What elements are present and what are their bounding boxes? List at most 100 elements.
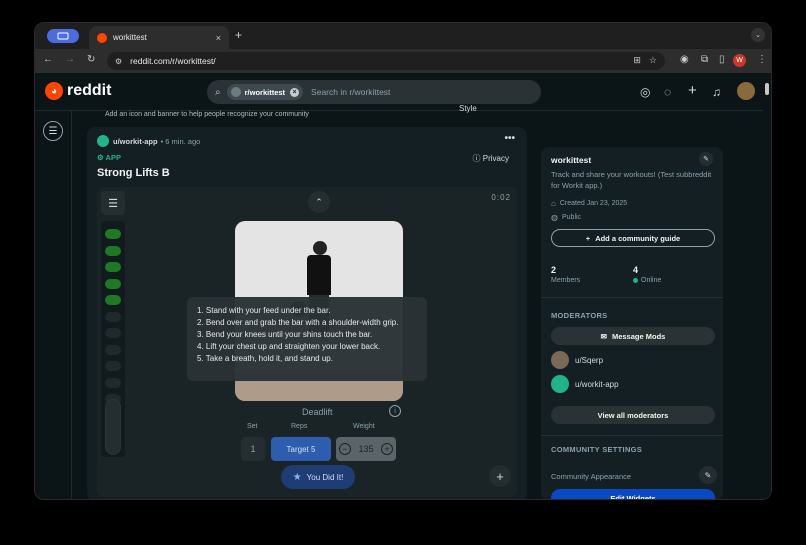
chip-label: r/workittest [244, 87, 286, 97]
set-marker[interactable] [105, 229, 121, 239]
sidepanel-icon[interactable]: ▯ [719, 54, 725, 65]
guide-label: Add a community guide [595, 233, 681, 243]
set-marker[interactable] [105, 295, 121, 305]
moderator-avatar [551, 351, 569, 369]
edit-community-icon[interactable]: ✎ [699, 152, 713, 166]
chat-icon[interactable]: ◌ [664, 85, 671, 99]
set-marker[interactable] [105, 262, 121, 272]
instruction-line: 2. Bend over and grab the bar with a sho… [197, 318, 399, 327]
set-label: Set [247, 423, 258, 430]
logo-text: reddit [67, 82, 112, 99]
instruction-line: 1. Stand with your feed under the bar. [197, 306, 331, 315]
set-marker[interactable] [105, 278, 121, 289]
user-avatar[interactable] [737, 82, 755, 100]
star-icon: ★ [292, 471, 302, 483]
app-menu-icon[interactable]: ☰ [101, 191, 125, 215]
post-time: • 6 min. ago [160, 136, 201, 146]
view-all-moderators-button[interactable]: View all moderators [551, 406, 715, 424]
subreddit-chip[interactable]: r/workittest × [226, 84, 304, 100]
mail-icon: ✉ [600, 331, 607, 341]
author-avatar[interactable] [97, 135, 109, 147]
post-author[interactable]: u/workit-app [113, 137, 158, 146]
set-marker[interactable] [105, 361, 121, 371]
install-app-icon[interactable]: ⊞ [633, 55, 641, 66]
members-label: Members [551, 277, 581, 284]
weight-label: Weight [353, 423, 375, 430]
online-status: Online [633, 277, 661, 284]
profile-switcher-icon[interactable] [47, 29, 79, 43]
address-bar[interactable]: ⚙ reddit.com/r/workittest/ ⊞ ☆ [107, 52, 665, 70]
set-marker[interactable] [105, 344, 121, 355]
left-divider [71, 111, 72, 499]
post-more-icon[interactable]: ••• [504, 133, 515, 144]
post-card: u/workit-app • 6 min. ago ••• ⚙ APP ⓘ Pr… [87, 127, 527, 499]
privacy-link[interactable]: ⓘ Privacy [473, 153, 509, 164]
post-title[interactable]: Strong Lifts B [97, 167, 170, 179]
weight-increment-icon[interactable]: + [381, 443, 393, 455]
online-count: 4 [633, 265, 639, 275]
extension-icon[interactable]: ◉ [680, 54, 689, 65]
moderator-name: u/workit-app [575, 379, 619, 389]
banner-hint-text: Add an icon and banner to help people re… [105, 111, 309, 118]
advertise-icon[interactable]: ◎ [640, 85, 650, 99]
instruction-line: 3. Bend your knees until your shins touc… [197, 330, 373, 339]
notifications-bell-icon[interactable]: ♫ [712, 85, 721, 99]
exercise-info-icon[interactable]: i [389, 405, 401, 417]
set-marker[interactable] [105, 311, 121, 322]
tab-search-icon[interactable]: ⌄ [751, 28, 765, 42]
reps-label: Reps [291, 423, 308, 430]
community-appearance-label: Community Appearance [551, 472, 632, 481]
create-post-icon[interactable]: + [688, 82, 697, 99]
set-marker[interactable] [105, 245, 121, 256]
edit-widgets-button[interactable]: Edit Widgets [551, 489, 715, 499]
reps-target-button[interactable]: Target 5 [271, 437, 331, 461]
site-info-icon[interactable]: ⚙ [115, 57, 122, 66]
tab-title: workittest [113, 33, 147, 42]
exercise-name: Deadlift [302, 407, 333, 417]
reddit-header: ◕ reddit ⌕ r/workittest × Search in r/wo… [35, 73, 771, 111]
tab-close-icon[interactable]: × [216, 33, 221, 43]
message-mods-button[interactable]: ✉ Message Mods [551, 327, 715, 345]
app-tag-label: APP [105, 153, 121, 162]
weight-value[interactable]: 135 [358, 444, 373, 454]
workout-timer: 0:02 [491, 193, 511, 202]
set-marker[interactable] [105, 377, 121, 388]
chip-clear-icon[interactable]: × [290, 87, 300, 97]
moderator-row[interactable]: u/workit-app [551, 375, 619, 393]
collapse-up-icon[interactable]: ⌃ [308, 191, 330, 213]
browser-tab[interactable]: workittest × [89, 26, 229, 49]
reload-icon[interactable]: ↻ [87, 54, 95, 65]
reddit-logo[interactable]: ◕ reddit [45, 82, 111, 100]
extensions-puzzle-icon[interactable]: ⧉ [701, 54, 708, 65]
tab-strip: workittest × + ⌄ [35, 23, 771, 49]
add-community-guide-button[interactable]: + Add a community guide [551, 229, 715, 247]
person-body [307, 255, 331, 295]
back-icon[interactable]: ← [43, 54, 53, 65]
edit-appearance-icon[interactable]: ✎ [699, 466, 717, 484]
created-row: ⌂ Created Jan 23, 2025 [551, 199, 627, 208]
moderator-row[interactable]: u/Sqerp [551, 351, 603, 369]
reddit-alien-icon: ◕ [45, 82, 63, 100]
scrollbar-thumb[interactable] [765, 83, 769, 95]
set-scroll-handle[interactable] [105, 399, 121, 455]
style-button[interactable]: Style [459, 104, 477, 113]
bookmark-star-icon[interactable]: ☆ [649, 55, 657, 66]
members-count: 2 [551, 265, 557, 275]
add-icon[interactable]: + [489, 465, 511, 487]
search-input[interactable]: Search in r/workittest [311, 87, 390, 97]
visibility-label: Public [561, 214, 582, 221]
new-tab-button[interactable]: + [235, 28, 242, 42]
profile-avatar[interactable]: W [733, 54, 746, 67]
kebab-menu-icon[interactable]: ⋮ [757, 54, 767, 65]
you-did-it-button[interactable]: ★ You Did It! [281, 465, 355, 489]
forward-icon[interactable]: → [65, 54, 75, 65]
moderator-avatar [551, 375, 569, 393]
community-sidebar: workittest ✎ Track and share your workou… [541, 147, 723, 499]
weight-decrement-icon[interactable]: − [339, 443, 351, 455]
created-date: Created Jan 23, 2025 [559, 200, 628, 207]
set-marker[interactable] [105, 328, 121, 338]
expand-nav-icon[interactable]: ☰ [43, 121, 63, 141]
page-scrollbar[interactable] [763, 73, 771, 499]
search-bar[interactable]: ⌕ r/workittest × Search in r/workittest [207, 80, 541, 104]
online-label: Online [641, 277, 662, 284]
